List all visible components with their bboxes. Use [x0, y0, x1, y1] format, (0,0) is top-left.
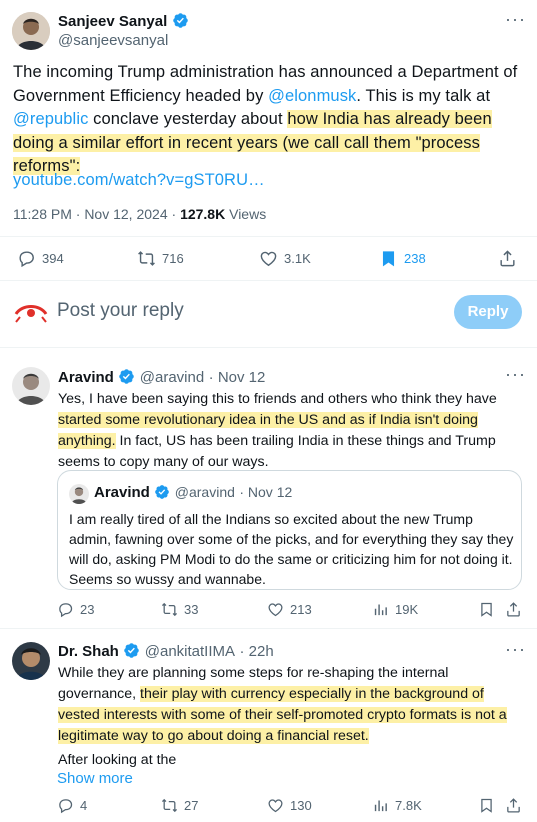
like-action[interactable]: 130 — [267, 797, 312, 814]
repost-action[interactable]: 716 — [137, 249, 184, 268]
more-options-icon[interactable]: ··· — [505, 639, 526, 660]
tweet-text: The incoming Trump administration has an… — [13, 63, 518, 175]
repost-count: 716 — [162, 251, 184, 266]
post-date[interactable]: · 22h — [239, 643, 273, 660]
heart-icon — [268, 799, 283, 813]
mention-link[interactable]: @elonmusk — [268, 87, 356, 105]
reply-button[interactable]: Reply — [454, 295, 522, 329]
avatar[interactable] — [12, 367, 50, 405]
bookmark-action[interactable] — [478, 797, 495, 814]
avatar — [69, 484, 89, 504]
views-action[interactable]: 19K — [372, 601, 418, 618]
like-action[interactable]: 213 — [267, 601, 312, 618]
youtube-link[interactable]: youtube.com/watch?v=gST0RU… — [13, 169, 265, 193]
heart-icon — [268, 603, 283, 617]
author-handle[interactable]: @sanjeevsanyal — [58, 32, 168, 49]
reply-action[interactable]: 394 — [17, 249, 64, 268]
author-name[interactable]: Aravind — [58, 369, 114, 386]
repost-icon — [138, 251, 155, 266]
repost-icon — [161, 602, 178, 617]
analytics-icon — [374, 800, 387, 812]
reply-action[interactable]: 4 — [57, 797, 87, 814]
reply-icon — [19, 251, 34, 268]
author-name[interactable]: Dr. Shah — [58, 643, 119, 660]
quoted-date: · Nov 12 — [239, 484, 293, 500]
author-handle[interactable]: @aravind — [140, 369, 204, 386]
bookmark-action[interactable] — [478, 601, 495, 618]
reply-action[interactable]: 23 — [57, 601, 94, 618]
reply-icon — [59, 799, 73, 814]
repost-action[interactable]: 27 — [161, 797, 198, 814]
more-options-icon[interactable]: ··· — [505, 364, 526, 385]
quoted-author-handle: @aravind — [174, 484, 235, 500]
repost-count: 27 — [184, 798, 199, 813]
verified-badge-icon — [154, 484, 170, 505]
avatar[interactable] — [12, 642, 50, 680]
show-more-link[interactable]: Show more — [57, 768, 133, 789]
share-icon — [507, 798, 520, 813]
reply-text: Yes, I have been saying this to friends … — [58, 391, 497, 470]
bookmark-icon — [481, 602, 492, 617]
reply-icon — [59, 603, 73, 618]
share-icon — [507, 602, 520, 617]
reply-count: 23 — [80, 602, 95, 617]
reply-text: While they are planning some steps for r… — [58, 665, 507, 744]
like-count: 3.1K — [284, 251, 311, 266]
bookmark-filled-icon — [382, 251, 395, 267]
quoted-text: I am really tired of all the Indians so … — [69, 511, 514, 587]
repost-icon — [161, 798, 178, 813]
reply-count: 4 — [80, 798, 88, 813]
verified-badge-icon — [172, 12, 189, 34]
quoted-tweet[interactable]: Aravind @aravind · Nov 12 I am really ti… — [57, 470, 522, 590]
author-handle[interactable]: @ankitatIIMA — [145, 643, 235, 660]
share-action[interactable] — [505, 601, 522, 618]
bookmark-icon — [481, 798, 492, 813]
author-name[interactable]: Sanjeev Sanyal — [58, 13, 167, 30]
reply-count: 394 — [42, 251, 64, 266]
tweet-meta: 11:28 PM · Nov 12, 2024 · 127.8K Views — [13, 206, 267, 222]
like-action[interactable]: 3.1K — [259, 249, 311, 268]
share-action[interactable] — [498, 249, 517, 268]
user-avatar-logo — [14, 300, 48, 329]
views-count: 127.8K — [180, 206, 226, 222]
post-date[interactable]: · Nov 12 — [209, 369, 266, 386]
like-count: 130 — [290, 798, 312, 813]
bookmark-action[interactable]: 238 — [379, 249, 426, 268]
timestamp[interactable]: 11:28 PM · Nov 12, 2024 — [13, 206, 168, 222]
quoted-author-name: Aravind — [94, 484, 150, 501]
heart-icon — [260, 251, 277, 267]
repost-action[interactable]: 33 — [161, 601, 198, 618]
views-count: 19K — [395, 602, 419, 617]
mention-link[interactable]: @republic — [13, 110, 88, 128]
share-icon — [500, 250, 515, 267]
analytics-icon — [374, 604, 387, 616]
avatar[interactable] — [12, 12, 50, 50]
verified-badge-icon — [118, 368, 135, 390]
verified-badge-icon — [123, 642, 140, 664]
views-action[interactable]: 7.8K — [372, 797, 422, 814]
share-action[interactable] — [505, 797, 522, 814]
like-count: 213 — [290, 602, 312, 617]
bookmark-count: 238 — [404, 251, 426, 266]
repost-count: 33 — [184, 602, 199, 617]
reply-input[interactable]: Post your reply — [57, 300, 184, 322]
more-options-icon[interactable]: ··· — [505, 9, 526, 30]
views-count: 7.8K — [395, 798, 422, 813]
